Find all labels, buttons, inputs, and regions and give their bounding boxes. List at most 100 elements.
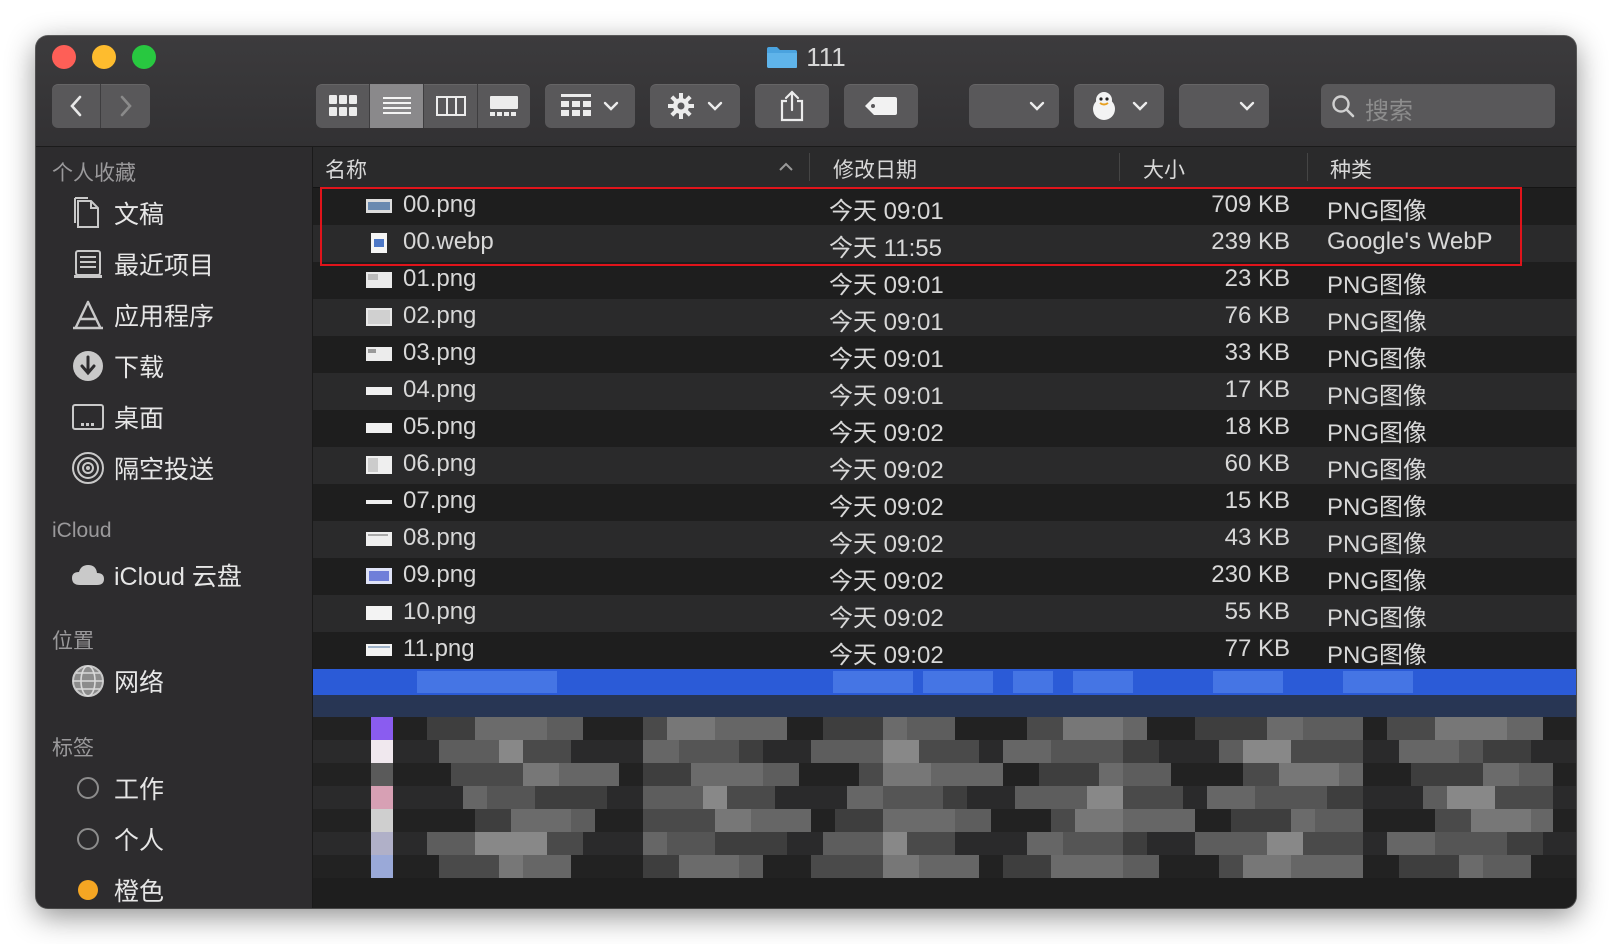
file-name: 05.png [403,413,477,440]
file-row[interactable]: 03.png 今天 09:01 33 KB PNG图像 [313,336,1576,373]
sidebar-item-tag-personal[interactable]: 个人 [70,819,164,859]
file-size: 230 KB [1211,561,1290,588]
grid-icon [328,95,357,116]
file-name: 04.png [403,376,477,403]
annotation-highlight-box [320,187,1522,266]
file-size: 23 KB [1224,265,1290,292]
dropdown-button-2[interactable] [1179,84,1269,128]
sidebar-item-airdrop[interactable]: 隔空投送 [70,448,214,488]
file-thumbnail-icon [366,347,392,361]
tag-button[interactable] [844,84,918,128]
file-thumbnail-icon [366,387,392,395]
downloads-icon [73,351,103,381]
file-kind: PNG图像 [1327,420,1428,447]
column-header-kind[interactable]: 种类 [1330,154,1372,184]
sidebar-item-applications[interactable]: 应用程序 [70,295,214,335]
penguin-icon [1093,92,1115,120]
tag-circle-icon [77,828,99,850]
file-name: 07.png [403,487,477,514]
sidebar-item-label: 隔空投送 [114,456,215,484]
sidebar-item-desktop[interactable]: 桌面 [70,397,164,437]
document-icon [74,197,99,228]
file-thumbnail-icon [366,423,392,433]
file-thumbnail-icon [366,500,392,504]
list-icon [382,97,411,114]
dropdown-button-1[interactable] [969,84,1059,128]
file-row[interactable]: 10.png 今天 09:02 55 KB PNG图像 [313,595,1576,632]
search-field[interactable]: 搜索 [1321,84,1555,128]
share-button[interactable] [755,84,829,128]
file-size: 55 KB [1224,598,1290,625]
tags-heading: 标签 [52,737,94,760]
file-row[interactable]: 04.png 今天 09:01 17 KB PNG图像 [313,373,1576,410]
file-date: 今天 09:01 [829,383,944,410]
file-date: 今天 09:02 [829,605,944,632]
file-size: 18 KB [1224,413,1290,440]
file-row[interactable]: 02.png 今天 09:01 76 KB PNG图像 [313,299,1576,336]
column-header-name[interactable]: 名称 [325,154,367,184]
sidebar-item-label: 桌面 [114,405,165,433]
file-date: 今天 09:01 [829,346,944,373]
gallery-view-button[interactable] [478,84,530,128]
group-button[interactable] [545,84,635,128]
back-forward-control [52,84,150,128]
chevron-right-icon [120,95,132,117]
chevron-down-icon [1029,101,1045,111]
file-thumbnail-icon [366,644,392,656]
file-name: 08.png [403,524,477,551]
file-name: 03.png [403,339,477,366]
search-placeholder: 搜索 [1365,98,1413,125]
tag-circle-icon [77,777,99,799]
cloud-icon [72,565,104,585]
folder-icon [767,47,798,68]
file-size: 76 KB [1224,302,1290,329]
column-view-button[interactable] [424,84,477,128]
file-row[interactable]: 08.png 今天 09:02 43 KB PNG图像 [313,521,1576,558]
column-header-date[interactable]: 修改日期 [833,154,917,184]
list-view-button[interactable] [370,84,423,128]
locations-heading: 位置 [52,630,94,653]
sidebar-item-tag-orange[interactable]: 橙色 [70,870,164,908]
file-kind: PNG图像 [1327,605,1428,632]
favorites-heading: 个人收藏 [52,162,136,185]
sort-ascending-icon [779,162,793,171]
file-date: 今天 09:01 [829,272,944,299]
file-kind: PNG图像 [1327,494,1428,521]
sidebar-item-network[interactable]: 网络 [70,661,164,701]
column-header-size[interactable]: 大小 [1143,154,1185,184]
sidebar-item-icloud-drive[interactable]: iCloud 云盘 [70,555,242,595]
window-title-text: 111 [806,42,846,72]
file-name: 11.png [403,635,475,662]
file-row[interactable]: 01.png 今天 09:01 23 KB PNG图像 [313,262,1576,299]
group-icon [561,94,591,116]
sidebar-item-recents[interactable]: 最近项目 [70,244,214,284]
airdrop-icon [72,452,104,484]
sidebar-item-documents[interactable]: 文稿 [70,193,164,233]
icon-view-button[interactable] [316,84,369,128]
sidebar-item-label: 文稿 [114,201,165,229]
file-date: 今天 09:02 [829,531,944,558]
sidebar-item-label: 网络 [114,669,165,697]
file-thumbnail-icon [366,568,392,584]
forward-button[interactable] [101,84,150,128]
action-button[interactable] [650,84,740,128]
file-name: 01.png [403,265,477,292]
file-kind: PNG图像 [1327,309,1428,336]
file-kind: PNG图像 [1327,457,1428,484]
file-row[interactable]: 09.png 今天 09:02 230 KB PNG图像 [313,558,1576,595]
file-size: 33 KB [1224,339,1290,366]
sidebar-item-label: 最近项目 [114,252,215,280]
file-kind: PNG图像 [1327,383,1428,410]
file-row[interactable]: 06.png 今天 09:02 60 KB PNG图像 [313,447,1576,484]
sidebar-item-tag-work[interactable]: 工作 [70,768,164,808]
applications-icon [73,300,103,330]
sidebar-item-downloads[interactable]: 下载 [70,346,164,386]
gallery-icon [490,96,518,116]
network-icon [72,665,104,697]
back-button[interactable] [52,84,100,128]
file-row[interactable]: 11.png 今天 09:02 77 KB PNG图像 [313,632,1576,669]
search-icon [1332,95,1355,118]
file-row[interactable]: 07.png 今天 09:02 15 KB PNG图像 [313,484,1576,521]
file-row[interactable]: 05.png 今天 09:02 18 KB PNG图像 [313,410,1576,447]
app-extension-button[interactable] [1074,84,1164,128]
